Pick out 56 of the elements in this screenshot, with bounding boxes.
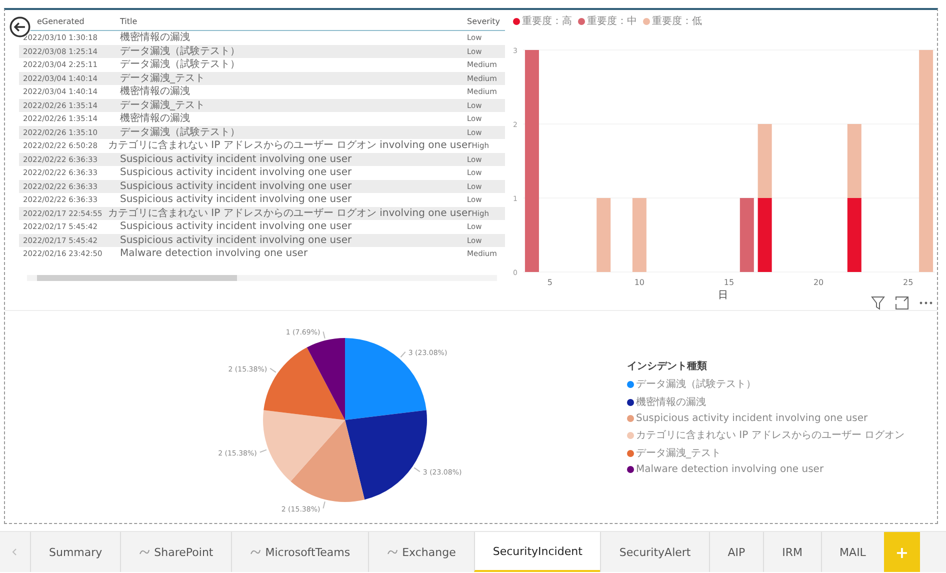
scroll-left-icon[interactable] <box>12 548 18 556</box>
axis-tick-label: 5 <box>547 278 552 286</box>
more-options-icon[interactable] <box>919 301 933 305</box>
legend-label: Malware detection involving one user <box>636 464 824 475</box>
leader-line <box>259 449 267 453</box>
column-header[interactable]: eGenerated <box>37 17 120 26</box>
bar[interactable] <box>847 198 862 272</box>
table-cell-text: データ漏洩（試験テスト） <box>120 58 241 72</box>
page-tab[interactable]: SecurityIncident <box>474 532 600 572</box>
leader-line <box>270 368 276 373</box>
table-cell-text: Suspicious activity incident involving one user <box>120 166 353 180</box>
table-cell: カテゴリに含まれない IP アドレスからのユーザー ログオン involving one user <box>108 206 472 220</box>
column-header[interactable]: Title <box>120 17 467 26</box>
table-cell-text: データ漏洩（試験テスト） <box>120 126 241 139</box>
legend-label: データ漏洩_テスト <box>636 446 721 460</box>
legend-label: データ漏洩（試験テスト） <box>636 378 756 391</box>
legend-label: 重要度：高 <box>522 14 572 28</box>
axis-tick-label: 20 <box>813 278 824 286</box>
leader-line <box>414 467 420 472</box>
table-cell: カテゴリに含まれない IP アドレスからのユーザー ログオン involving one user <box>108 139 472 152</box>
leader-line <box>322 501 326 509</box>
column-header[interactable]: Severity <box>467 17 505 26</box>
table-cell-text: 機密情報の漏洩 <box>120 31 191 44</box>
table-cell-text: Suspicious activity incident involving one user <box>120 234 353 247</box>
pie-slice[interactable] <box>306 338 345 420</box>
table-cell-text: Suspicious activity incident involving one user <box>120 180 353 193</box>
leader-line <box>400 351 406 358</box>
table-cell-text: Malware detection involving one user <box>120 247 309 260</box>
legend-label: Suspicious activity incident involving one user <box>636 413 868 424</box>
bar[interactable] <box>524 50 539 272</box>
pie-slice[interactable] <box>290 420 365 502</box>
table-cell-text: データ漏洩（試験テスト） <box>120 44 241 58</box>
legend-title: インシデント種類 <box>627 360 708 373</box>
bar[interactable] <box>740 198 754 272</box>
table-cell-text: 機密情報の漏洩 <box>120 85 191 98</box>
legend-label: 重要度：低 <box>652 14 702 28</box>
focus-mode-icon[interactable] <box>895 296 909 310</box>
axis-tick-label: 25 <box>903 278 914 286</box>
axis-tick-label: 10 <box>634 278 645 286</box>
horizontal-scrollbar[interactable] <box>27 274 497 280</box>
leader-line <box>322 331 326 339</box>
table-cell-text: データ漏洩_テスト <box>120 72 206 85</box>
bar[interactable] <box>919 50 934 272</box>
table-cell-text: Suspicious activity incident involving one user <box>120 152 353 166</box>
table-cell-text: 機密情報の漏洩 <box>120 112 191 126</box>
legend-label: 機密情報の漏洩 <box>636 396 706 409</box>
table-cell-text: データ漏洩_テスト <box>120 98 206 112</box>
axis-title: 日 <box>718 289 728 302</box>
bar[interactable] <box>758 198 772 272</box>
table-cell-text: Suspicious activity incident involving one user <box>120 220 353 234</box>
legend-label: カテゴリに含まれない IP アドレスからのユーザー ログオン <box>636 428 905 442</box>
legend-label: 重要度：中 <box>587 14 637 28</box>
filter-icon[interactable] <box>871 296 885 310</box>
pie-slice[interactable] <box>345 410 427 500</box>
axis-tick-label: 15 <box>724 278 734 286</box>
table-cell-text: Suspicious activity incident involving one user <box>120 193 353 206</box>
